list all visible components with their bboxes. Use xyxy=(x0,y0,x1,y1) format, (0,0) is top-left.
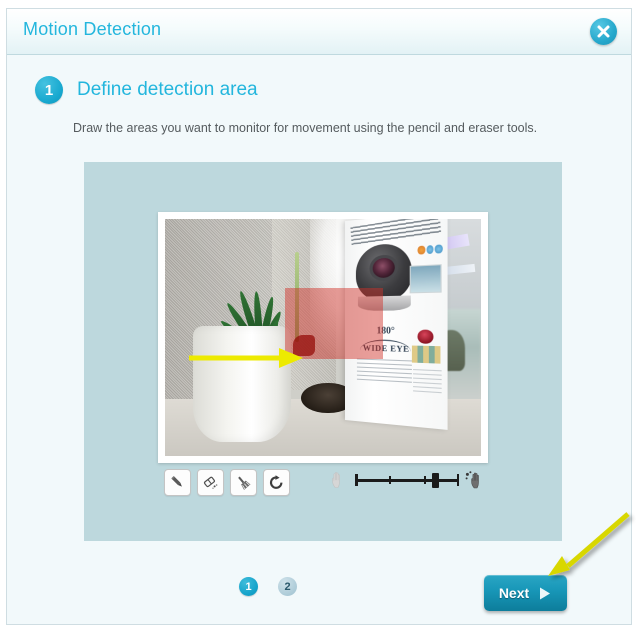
annotation-arrow-next xyxy=(548,512,630,576)
slider-cap-end xyxy=(456,474,459,486)
camera-live-view[interactable]: 180° WIDE EYE xyxy=(165,219,481,456)
motion-detection-dialog: Motion Detection 1 Define detection area… xyxy=(6,8,632,625)
slider-tick-2 xyxy=(423,476,426,484)
poster-thumbnail xyxy=(409,264,442,294)
close-icon xyxy=(597,25,610,38)
clear-brush-tool[interactable] xyxy=(230,469,257,496)
tool-button-group xyxy=(164,469,290,496)
poster-feature-dot-2 xyxy=(426,245,435,255)
drawing-toolbar xyxy=(158,467,488,503)
camera-preview-panel: 180° WIDE EYE xyxy=(84,162,562,541)
poster-headline xyxy=(350,219,442,246)
hand-motion-icon xyxy=(465,471,479,489)
poster-footer-text xyxy=(413,369,442,398)
page-dot-1[interactable]: 1 xyxy=(239,577,258,596)
dialog-title: Motion Detection xyxy=(23,19,162,39)
poster-feature-dot-1 xyxy=(417,245,426,256)
reset-tool[interactable] xyxy=(263,469,290,496)
eraser-tool[interactable] xyxy=(197,469,224,496)
slider-tick-1 xyxy=(389,476,392,484)
play-triangle-icon xyxy=(540,587,551,599)
step-pagination: 1 2 xyxy=(239,577,297,596)
slider-thumb[interactable] xyxy=(431,473,439,488)
sensitivity-slider-group xyxy=(330,470,486,490)
camera-photo-frame: 180° WIDE EYE xyxy=(158,212,488,463)
step-title: Define detection area xyxy=(77,79,258,100)
pencil-tool[interactable] xyxy=(164,469,191,496)
next-button-label: Next xyxy=(498,585,530,601)
annotation-arrow-photo xyxy=(189,348,303,368)
close-button[interactable] xyxy=(590,18,617,45)
hand-still-icon xyxy=(332,472,340,488)
step-header: 1 Define detection area xyxy=(35,76,258,104)
slider-cap-start xyxy=(355,474,358,486)
step-description: Draw the areas you want to monitor for m… xyxy=(73,121,538,135)
sensitivity-slider[interactable] xyxy=(355,473,459,488)
poster-feature-dot-3 xyxy=(435,244,443,255)
poster-camera-lens xyxy=(372,257,396,279)
dialog-titlebar: Motion Detection xyxy=(7,9,631,55)
step-number-badge: 1 xyxy=(35,76,63,104)
slider-line xyxy=(355,479,459,482)
poster-award-badges xyxy=(412,346,441,365)
page-dot-2[interactable]: 2 xyxy=(278,577,297,596)
refresh-icon xyxy=(269,475,283,489)
scene-planter xyxy=(193,325,292,442)
eraser-icon xyxy=(203,476,218,489)
brush-icon xyxy=(238,476,251,490)
poster-body-text xyxy=(357,359,413,385)
poster-red-badge xyxy=(417,329,435,345)
pencil-icon xyxy=(171,475,182,487)
